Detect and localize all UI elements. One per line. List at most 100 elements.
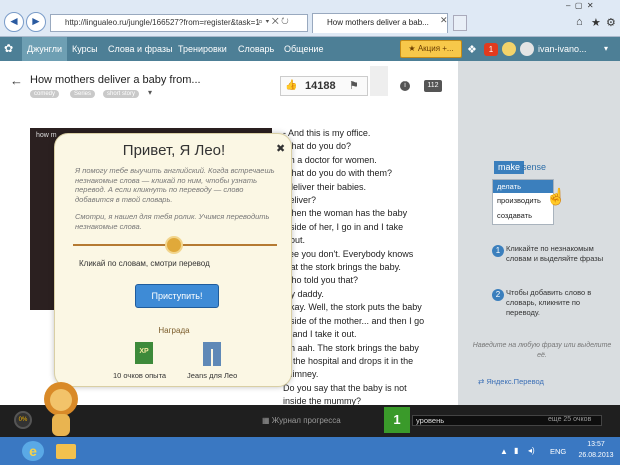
hint-text: Наведите на любую фразу или выделите её. — [472, 342, 612, 359]
journal-label: Журнал прогресса — [271, 416, 341, 425]
likes-box: 👍 14188 ⚑ — [280, 76, 368, 96]
username[interactable]: ivan-ivano... — [538, 44, 587, 54]
transcript-line[interactable]: it out. — [283, 234, 453, 247]
level-label: уровень — [416, 416, 445, 425]
language-indicator[interactable]: ENG — [550, 447, 566, 456]
promo-star-icon: ★ — [408, 44, 418, 53]
transcript-line[interactable]: Okay. Well, the stork puts the baby — [283, 301, 453, 314]
progress-bar-footer: 0% ▦ Журнал прогресса 1 уровень еще 25 о… — [0, 405, 620, 437]
user-menu-chevron-icon[interactable]: ▾ — [604, 44, 608, 53]
translation-option-3[interactable]: создавать — [493, 208, 553, 223]
back-icon[interactable]: ◄ — [4, 12, 24, 32]
page-title: How mothers deliver a baby from... — [30, 74, 201, 86]
transcript-line[interactable]: chimney. — [283, 368, 453, 381]
promo-button[interactable]: ★ Акция +... — [400, 40, 462, 58]
transcript-line[interactable]: My daddy. — [283, 288, 453, 301]
coin-icon[interactable] — [502, 42, 516, 56]
browser-tab[interactable]: How mothers deliver a bab... — [312, 13, 448, 33]
transcript-line[interactable]: that the stork brings the baby. — [283, 261, 453, 274]
tags-chevron-icon[interactable]: ▾ — [148, 88, 152, 97]
transcript-line[interactable]: I'm a doctor for women. — [283, 154, 453, 167]
info-icon[interactable]: i — [400, 81, 410, 91]
dictionary-panel: make sense делать производить создавать … — [458, 61, 620, 405]
back-arrow-icon[interactable]: ← — [10, 73, 23, 88]
forward-icon[interactable]: ► — [26, 12, 46, 32]
nav-item-training[interactable]: Тренировки — [178, 37, 227, 61]
transcript-line[interactable]: What do you do? — [283, 140, 453, 153]
translation-option-1[interactable]: делать — [493, 180, 553, 193]
clock-time[interactable]: 13:57 — [576, 441, 616, 448]
address-bar-icons[interactable]: ⌕ ▾ ✕ ↻ — [258, 16, 289, 27]
modal-paragraph-1: Я помогу тебе выучить английский. Когда … — [75, 166, 275, 204]
pages-badge: 112 — [424, 80, 442, 92]
file-explorer-icon[interactable] — [56, 444, 76, 459]
transcript-line[interactable]: See you don't. Everybody knows — [283, 248, 453, 261]
promo-label: Акция +... — [417, 44, 454, 53]
step-1-text: Кликайте по незнакомым словам и выделяйт… — [506, 244, 604, 263]
modal-paragraph-2: Смотри, я нашел для тебя ролик. Учимся п… — [75, 212, 270, 231]
reward-xp: 10 очков опыта — [113, 371, 167, 380]
settings-icon[interactable]: ⚙ — [606, 16, 616, 29]
transcript-line[interactable]: inside of the mother... and then I go — [283, 315, 453, 328]
translation-option-2[interactable]: производить — [493, 193, 553, 208]
tab-close-icon[interactable]: ✕ — [440, 15, 448, 26]
transcript-line[interactable]: Oh aah. The stork brings the baby — [283, 342, 453, 355]
tag-series[interactable]: Series — [70, 90, 96, 98]
transcript-line[interactable]: Who told you that? — [283, 274, 453, 287]
step-1-badge: 1 — [492, 245, 504, 257]
tag-comedy[interactable]: comedy — [30, 90, 60, 98]
paw-logo-icon[interactable]: ✿ — [4, 42, 18, 56]
hand-cursor-icon: ☝ — [546, 189, 566, 206]
close-icon[interactable]: ✖ — [276, 142, 285, 155]
notification-badge[interactable]: 1 — [484, 43, 498, 56]
journal-link[interactable]: ▦ Журнал прогресса — [262, 416, 341, 425]
bookmark-icon[interactable] — [370, 66, 388, 96]
start-button[interactable]: Приступить! — [135, 284, 219, 308]
browser-toolbar: ◄ ► http://lingualeo.ru/jungle/166527?fr… — [0, 0, 620, 37]
window-controls[interactable]: – ▢ ✕ — [566, 1, 594, 10]
nav-item-words[interactable]: Слова и фразы — [108, 37, 172, 61]
video-label: how m — [36, 132, 57, 139]
level-remaining: еще 25 очков — [548, 416, 592, 423]
url-text: http://lingualeo.ru/jungle/166527?from=r… — [65, 18, 260, 27]
tag-short-story[interactable]: short story — [103, 90, 140, 98]
nav-item-courses[interactable]: Курсы — [72, 37, 98, 61]
lion-badge-icon — [165, 236, 183, 254]
transcript-line[interactable]: Do you say that the baby is not — [283, 382, 453, 395]
nav-item-social[interactable]: Общение — [284, 37, 323, 61]
modal-title: Привет, Я Лео! — [122, 142, 226, 159]
transcript-line[interactable]: I deliver their babies. — [283, 181, 453, 194]
transcript-line[interactable]: to the hospital and drops it in the — [283, 355, 453, 368]
volume-icon[interactable]: ◂) — [528, 446, 535, 455]
step-2-badge: 2 — [492, 289, 504, 301]
transcript-line[interactable]: inside of her, I go in and I take — [283, 221, 453, 234]
avatar[interactable] — [520, 42, 534, 56]
tray-up-icon[interactable]: ▲ — [500, 447, 508, 456]
gift-icon[interactable]: ❖ — [467, 43, 477, 56]
lion-mascot[interactable] — [40, 382, 82, 438]
transcript-line[interactable]: When the woman has the baby — [283, 207, 453, 220]
progress-percent: 0% — [14, 411, 32, 429]
transcript-line[interactable]: What do you do with them? — [283, 167, 453, 180]
transcript-line[interactable]: in and I take it out. — [283, 328, 453, 341]
brand-sense: sense — [522, 162, 547, 172]
yandex-translate-label: Яндекс.Перевод — [486, 377, 544, 386]
level-badge: 1 — [384, 407, 410, 433]
new-tab-button[interactable] — [453, 15, 467, 31]
yandex-translate-link[interactable]: ⇄ Яндекс.Перевод — [478, 377, 544, 386]
windows-taskbar: e ▲ ▮ ◂) ENG 13:57 26.08.2013 — [0, 437, 620, 465]
journal-icon: ▦ — [262, 416, 272, 425]
favorites-icon[interactable]: ★ — [591, 16, 601, 29]
nav-item-jungle[interactable]: Джунгли — [22, 37, 68, 61]
transcript-line[interactable]: Deliver? — [283, 194, 453, 207]
thumbs-up-icon[interactable]: 👍 — [285, 80, 297, 91]
brand-make: make — [494, 161, 525, 174]
network-icon[interactable]: ▮ — [514, 446, 518, 455]
transcript: - And this is my office. What do you do? I… — [283, 127, 453, 409]
home-icon[interactable]: ⌂ — [576, 16, 583, 28]
transcript-line[interactable]: - And this is my office. — [283, 127, 453, 140]
clock-date[interactable]: 26.08.2013 — [576, 452, 616, 459]
internet-explorer-icon[interactable]: e — [22, 441, 44, 461]
flag-icon[interactable]: ⚑ — [349, 79, 359, 92]
nav-item-dictionary[interactable]: Словарь — [238, 37, 274, 61]
